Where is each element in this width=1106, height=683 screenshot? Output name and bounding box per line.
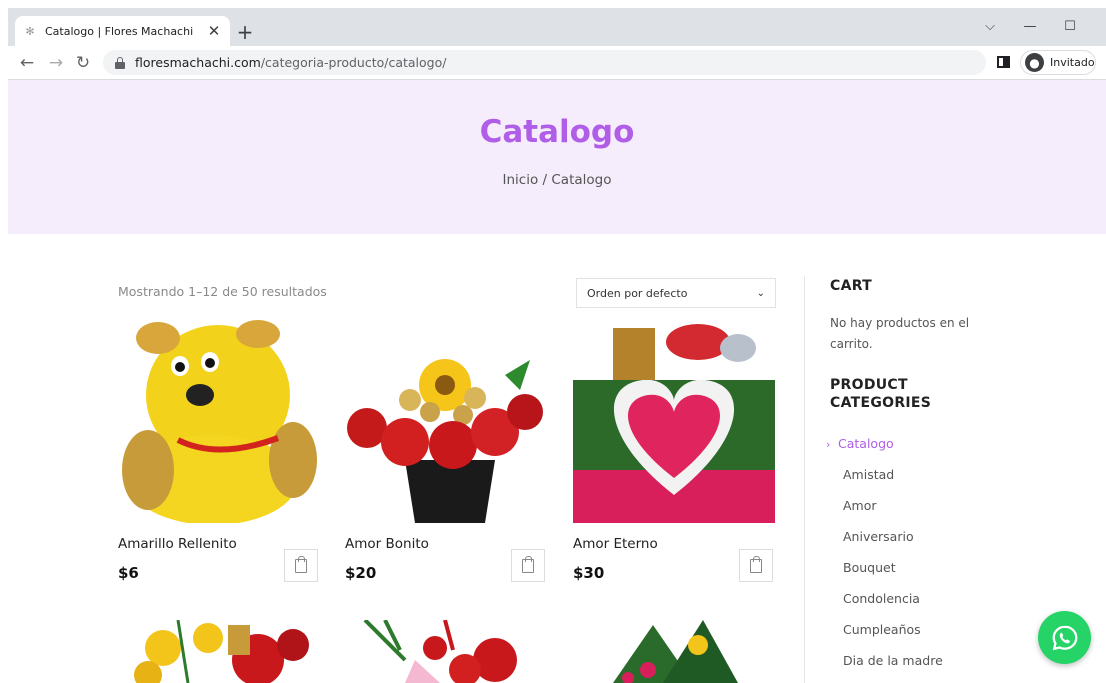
url-host: floresmachachi.com bbox=[135, 55, 261, 70]
cart-empty-message: No hay productos en el carrito. bbox=[830, 316, 970, 351]
forward-icon[interactable]: → bbox=[44, 51, 68, 75]
shopping-bag-icon bbox=[522, 555, 534, 573]
new-tab-button[interactable]: + bbox=[234, 20, 256, 44]
product-price: $6 bbox=[118, 564, 139, 582]
product-card[interactable]: Amor Bonito $20 bbox=[345, 320, 547, 590]
browser-toolbar: ← → ↻ floresmachachi.com/categoria-produ… bbox=[8, 46, 1106, 80]
category-item-cumpleanos[interactable]: Cumpleaños bbox=[843, 622, 921, 637]
whatsapp-chat-button[interactable] bbox=[1038, 611, 1091, 664]
chevron-right-icon: › bbox=[826, 438, 831, 451]
favicon-icon: ✻ bbox=[25, 24, 35, 38]
category-item-dia-de-la-madre[interactable]: Dia de la madre bbox=[843, 653, 943, 668]
whatsapp-icon bbox=[1052, 625, 1077, 650]
tab-title: Catalogo | Flores Machachi bbox=[45, 24, 194, 38]
tab-strip: ✻ Catalogo | Flores Machachi ✕ + ⌵ — ☐ bbox=[8, 8, 1106, 46]
profile-button[interactable]: ● Invitado bbox=[1020, 50, 1096, 75]
tab-search-icon[interactable]: ⌵ bbox=[970, 14, 1010, 38]
side-panel-icon[interactable] bbox=[997, 56, 1010, 68]
cart-widget-title: CART bbox=[830, 278, 873, 294]
minimize-button[interactable]: — bbox=[1010, 14, 1050, 38]
window-edge bbox=[0, 0, 8, 683]
category-label: Catalogo bbox=[838, 436, 894, 451]
page-header: Catalogo Inicio / Catalogo bbox=[8, 80, 1106, 234]
product-title[interactable]: Amor Bonito bbox=[345, 536, 429, 552]
product-image-roses-sunflower[interactable] bbox=[345, 320, 547, 523]
categories-title-line1: PRODUCT bbox=[830, 377, 908, 393]
browser-tab[interactable]: ✻ Catalogo | Flores Machachi ✕ bbox=[15, 16, 230, 46]
category-item-catalogo[interactable]: › Catalogo bbox=[826, 436, 894, 451]
product-image-heart-arrangement[interactable] bbox=[573, 320, 775, 523]
back-icon[interactable]: ← bbox=[15, 51, 39, 75]
product-image-sunflower-bouquet[interactable] bbox=[118, 620, 320, 683]
browser-chrome: ✻ Catalogo | Flores Machachi ✕ + ⌵ — ☐ ←… bbox=[8, 8, 1106, 80]
product-image-tropical-arrangement[interactable] bbox=[573, 620, 775, 683]
address-bar[interactable]: floresmachachi.com/categoria-producto/ca… bbox=[103, 50, 986, 75]
category-item-condolencia[interactable]: Condolencia bbox=[843, 591, 920, 606]
breadcrumb[interactable]: Inicio / Catalogo bbox=[8, 172, 1106, 188]
sidebar-divider bbox=[804, 276, 805, 683]
product-price: $30 bbox=[573, 564, 605, 582]
category-item-amor[interactable]: Amor bbox=[843, 498, 877, 513]
product-image-teddy[interactable] bbox=[118, 320, 320, 523]
shopping-bag-icon bbox=[750, 555, 762, 573]
close-tab-icon[interactable]: ✕ bbox=[206, 22, 222, 40]
product-title[interactable]: Amarillo Rellenito bbox=[118, 536, 237, 552]
page-viewport: Catalogo Inicio / Catalogo Mostrando 1–1… bbox=[8, 80, 1106, 683]
product-image-lilies-roses[interactable] bbox=[345, 620, 547, 683]
category-item-amistad[interactable]: Amistad bbox=[843, 467, 894, 482]
product-card[interactable]: Amor Eterno $30 bbox=[573, 320, 775, 590]
category-item-bouquet[interactable]: Bouquet bbox=[843, 560, 896, 575]
product-price: $20 bbox=[345, 564, 377, 582]
orderby-value: Orden por defecto bbox=[587, 286, 688, 300]
add-to-cart-button[interactable] bbox=[511, 549, 545, 582]
product-card[interactable] bbox=[573, 620, 775, 683]
maximize-button[interactable]: ☐ bbox=[1050, 14, 1090, 38]
product-card[interactable]: Amarillo Rellenito $6 bbox=[118, 320, 320, 590]
lock-icon bbox=[115, 56, 125, 69]
reload-icon[interactable]: ↻ bbox=[71, 51, 95, 75]
product-card[interactable] bbox=[118, 620, 320, 683]
product-card[interactable] bbox=[345, 620, 547, 683]
category-item-aniversario[interactable]: Aniversario bbox=[843, 529, 914, 544]
chevron-down-icon: ⌄ bbox=[756, 287, 765, 299]
avatar-icon: ● bbox=[1025, 53, 1044, 72]
categories-title-line2: CATEGORIES bbox=[830, 395, 932, 411]
result-count: Mostrando 1–12 de 50 resultados bbox=[118, 284, 327, 299]
product-title[interactable]: Amor Eterno bbox=[573, 536, 658, 552]
profile-label: Invitado bbox=[1050, 56, 1095, 69]
shopping-bag-icon bbox=[295, 555, 307, 573]
add-to-cart-button[interactable] bbox=[739, 549, 773, 582]
add-to-cart-button[interactable] bbox=[284, 549, 318, 582]
page-title: Catalogo bbox=[479, 114, 635, 150]
url-path: /categoria-producto/catalogo/ bbox=[260, 55, 447, 70]
orderby-select[interactable]: Orden por defecto ⌄ bbox=[576, 278, 776, 308]
